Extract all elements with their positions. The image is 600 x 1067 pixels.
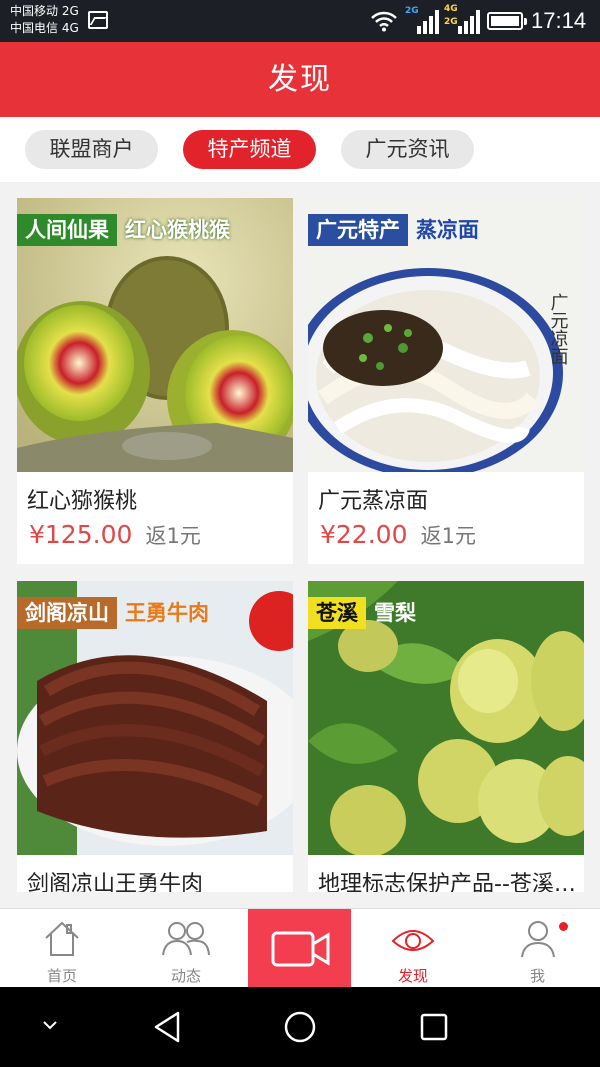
user-icon (520, 921, 555, 958)
calligraphy-text: 广元凉面 (548, 293, 569, 365)
product-price: ¥22.00 (320, 520, 408, 549)
product-card[interactable]: 广元凉面 广元特产 蒸凉面 广元蒸凉面 ¥22.00 返1元 (308, 198, 584, 564)
chevron-down-icon[interactable] (40, 1015, 60, 1035)
status-bar: 中国移动 2G 中国电信 4G 2G 4G 2G 17:14 (0, 0, 600, 42)
nav-discover-label: 发现 (397, 967, 428, 985)
nav-me-label: 我 (529, 967, 545, 985)
badge-label-right: 雪梨 (374, 601, 416, 625)
signal-2g-icon: 2G (405, 6, 441, 34)
badge-label-left: 剑阁凉山 (17, 597, 117, 629)
net-4g-label: 4G (444, 4, 458, 14)
nav-home-label: 首页 (46, 967, 77, 985)
product-badge: 人间仙果 红心猴桃猴 (17, 214, 238, 246)
clock: 17:14 (531, 8, 587, 33)
product-name: 红心猕猴桃 (27, 489, 138, 514)
badge-label-right: 蒸凉面 (416, 218, 479, 242)
product-name: 剑阁凉山王勇牛肉 (27, 872, 204, 892)
video-camera-icon (271, 931, 330, 967)
product-rebate: 返1元 (145, 524, 201, 548)
gallery-icon (88, 11, 108, 29)
home-circle-icon[interactable] (282, 1009, 318, 1045)
badge-label-right: 红心猴桃猴 (125, 218, 230, 242)
product-badge: 剑阁凉山 王勇牛肉 (17, 597, 217, 629)
badge-label-left: 苍溪 (308, 597, 366, 629)
nav-activity[interactable]: 动态 (124, 909, 248, 988)
product-price: ¥125.00 (29, 520, 133, 549)
product-card[interactable]: 苍溪 雪梨 地理标志保护产品--苍溪雪梨 (308, 581, 584, 892)
product-name: 地理标志保护产品--苍溪雪梨 (318, 872, 576, 892)
badge-label-left: 广元特产 (308, 214, 408, 246)
wifi-icon (371, 11, 397, 32)
nav-home[interactable]: 首页 (0, 909, 124, 988)
carrier-1: 中国移动 2G (10, 4, 79, 18)
product-badge: 苍溪 雪梨 (308, 597, 424, 629)
product-badge: 广元特产 蒸凉面 (308, 214, 487, 246)
tab-guangyuan-news[interactable]: 广元资讯 (341, 130, 474, 169)
users-icon (162, 922, 210, 956)
badge-label-right: 王勇牛肉 (125, 601, 209, 625)
badge-label-left: 人间仙果 (17, 214, 117, 246)
signal-4g-icon: 4G 2G (444, 4, 480, 34)
bottom-nav: 首页 动态 发现 我 (0, 908, 600, 988)
nav-activity-label: 动态 (170, 967, 201, 985)
tab-specialty-channel[interactable]: 特产频道 (183, 130, 316, 169)
product-card[interactable]: 剑阁凉山 王勇牛肉 剑阁凉山王勇牛肉 (17, 581, 293, 892)
net-4g-secondary-label: 2G (444, 17, 458, 27)
nav-discover[interactable]: 发现 (351, 909, 475, 988)
carrier-info: 中国移动 2G 中国电信 4G (10, 3, 79, 37)
eye-icon (391, 930, 435, 951)
nav-me[interactable]: 我 (475, 909, 600, 988)
system-nav-bar (0, 987, 600, 1067)
price-row: ¥22.00 返1元 (320, 520, 476, 550)
recents-icon[interactable] (418, 1011, 450, 1043)
video-record-button[interactable] (248, 909, 351, 988)
page-title: 发现 (0, 42, 600, 117)
back-icon[interactable] (150, 1009, 184, 1045)
price-row: ¥125.00 返1元 (29, 520, 201, 550)
product-name: 广元蒸凉面 (318, 489, 429, 514)
notification-dot (559, 922, 568, 931)
tab-alliance-merchants[interactable]: 联盟商户 (25, 130, 158, 169)
product-rebate: 返1元 (420, 524, 476, 548)
product-card[interactable]: 人间仙果 红心猴桃猴 红心猕猴桃 ¥125.00 返1元 (17, 198, 293, 564)
category-tabs: 联盟商户 特产频道 广元资讯 (0, 117, 600, 182)
battery-icon (487, 12, 527, 30)
carrier-2: 中国电信 4G (10, 21, 79, 35)
home-icon (45, 921, 79, 956)
